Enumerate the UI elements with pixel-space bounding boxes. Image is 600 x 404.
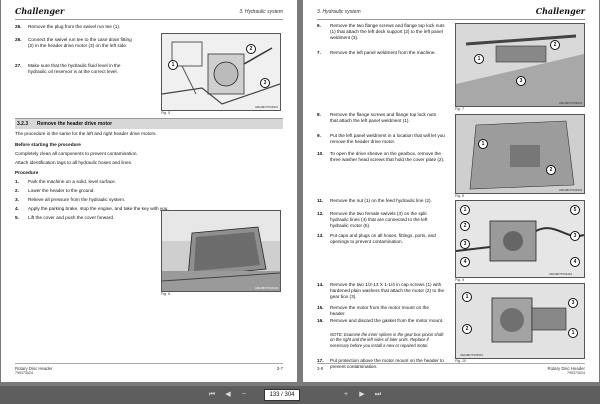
procedure-heading: Procedure	[15, 170, 39, 175]
step-item: 11. Remove the nut (1) on the feed hydrau…	[317, 198, 432, 203]
note-text: NOTE: Examine the inner splines in the g…	[330, 332, 444, 348]
step-item: 16. Remove and discard the gasket from th…	[317, 318, 444, 323]
intro-text: The procedure is the same for the left a…	[15, 131, 157, 136]
next-page-button[interactable]: ▶	[356, 390, 368, 400]
callout-4: 4	[460, 257, 470, 267]
page-number-input[interactable]: 133 / 304	[264, 389, 300, 401]
figure-8-caption: Fig. 8	[455, 194, 464, 198]
step-item: 15. Remove the motor from the motor mount…	[317, 305, 430, 317]
callout-3: 3	[568, 298, 578, 308]
callout-1: 1	[568, 328, 578, 338]
callout-2: 2	[462, 324, 472, 334]
callout-2: 2	[246, 44, 256, 54]
step-item: 14. Remove the two 1/2-13 X 1-1/4 in cap …	[317, 282, 445, 300]
footer-docnum: 799373024	[567, 371, 585, 375]
page-header: 3. Hydraulic system Challenger	[317, 5, 585, 20]
step-item: 7. Remove the left panel weldment from th…	[317, 50, 436, 55]
figure-tag: A8A48D7T006501	[460, 353, 484, 357]
callout-5: 5	[570, 205, 580, 215]
callout-1: 1	[478, 139, 488, 149]
callout-1: 1	[168, 60, 178, 70]
step-item: 27. Make sure that the hydraulic fluid le…	[15, 63, 121, 75]
step-item: 26. Connect the swivel run tee to the cas…	[15, 37, 132, 49]
callout-1: 1	[460, 205, 470, 215]
page-footer: 3-8 Rotary Disc Header 799373024	[317, 363, 585, 376]
figure-5-photo: 1 2 3 A8A48D7T006901	[161, 33, 281, 111]
step-item: 8. Remove the flange screws and flange to…	[317, 112, 437, 124]
brand-logo: Challenger	[535, 6, 585, 16]
callout-2: 2	[546, 165, 556, 175]
figure-tag: A8A48D7T006101	[254, 286, 278, 290]
figure-tag: A8A48D7T006901	[254, 105, 278, 109]
callout-2: 2	[460, 221, 470, 231]
footer-docnum: 799373024	[15, 371, 33, 375]
callout-3: 3	[516, 76, 526, 86]
panel-weldment-illustration	[456, 115, 584, 193]
callout-4: 4	[570, 257, 580, 267]
zoom-in-button[interactable]: +	[340, 390, 352, 400]
brand-logo: Challenger	[15, 6, 65, 16]
hydraulic-lines-illustration	[456, 201, 584, 277]
deck-support-illustration	[456, 24, 584, 106]
before-line: Attach identification tags to all hydrau…	[15, 160, 133, 165]
previous-page-button[interactable]: ◀	[222, 390, 234, 400]
step-item: 10. To open the drive sheave on the gearb…	[317, 151, 445, 163]
figure-6-photo: A8A48D7T006101	[161, 210, 281, 292]
callout-1: 1	[474, 54, 484, 64]
step-item: 6. Remove the two flange screws and flang…	[317, 23, 445, 41]
section-title: 3. Hydraulic system	[317, 9, 361, 15]
figure-10-photo: 1 2 3 1 A8A48D7T006501	[455, 283, 585, 359]
step-item: 13. Put caps and plugs on all hoses, fitt…	[317, 233, 436, 245]
before-heading: Before starting the procedure	[15, 142, 81, 147]
page-footer: Rotary Disc Header 799373024 3-7	[15, 363, 283, 376]
figure-7-photo: 1 2 3 A8A48D7T006201	[455, 23, 585, 107]
section-heading: 3.2.3 Remove the header drive motor	[15, 118, 283, 129]
callout-1: 1	[462, 292, 472, 302]
heading-title: Remove the header drive motor	[37, 121, 113, 127]
figure-8-photo: 1 2 A8A48D7T006301	[455, 114, 585, 194]
callout-3: 3	[570, 231, 580, 241]
left-page: Challenger 3. Hydraulic system 26. Remove…	[1, 0, 297, 382]
zoom-out-button[interactable]: −	[238, 390, 250, 400]
callout-2: 2	[550, 40, 560, 50]
figure-tag: A8A48D7T006301	[558, 188, 582, 192]
first-page-button[interactable]: ⏮	[206, 390, 218, 400]
before-line: Completely clean all components to preve…	[15, 151, 138, 156]
page-number: 3-8	[317, 366, 324, 371]
page-header: Challenger 3. Hydraulic system	[15, 5, 283, 20]
callout-3: 3	[260, 78, 270, 88]
figure-6-caption: Fig. 6	[161, 292, 170, 296]
last-page-button[interactable]: ⏭	[372, 390, 384, 400]
step-item: 9. Put the left panel weldment in a locat…	[317, 133, 445, 145]
viewer-toolbar: ⏮ ◀ − 133 / 304 + ▶ ⏭	[0, 386, 600, 404]
figure-9-caption: Fig. 9	[455, 278, 464, 282]
right-page: 3. Hydraulic system Challenger 6. Remove …	[303, 0, 599, 382]
section-title: 3. Hydraulic system	[239, 9, 283, 15]
figure-tag: A8A48D7T006201	[558, 101, 582, 105]
heading-number: 3.2.3	[17, 121, 29, 127]
motor-gearbox-illustration	[456, 284, 584, 358]
motor-diagram-illustration	[162, 34, 280, 110]
figure-9-photo: 1 2 3 4 5 3 4 A8A48D7T006401	[455, 200, 585, 278]
step-item: 12. Remove the two female swivels (3) on …	[317, 211, 428, 229]
figure-tag: A8A48D7T006401	[548, 272, 572, 276]
page-number: 3-7	[276, 366, 283, 371]
callout-3: 3	[460, 239, 470, 249]
figure-7-caption: Fig. 7	[455, 107, 464, 111]
figure-5-caption: Fig. 5	[161, 111, 170, 115]
header-cover-illustration	[162, 211, 280, 291]
